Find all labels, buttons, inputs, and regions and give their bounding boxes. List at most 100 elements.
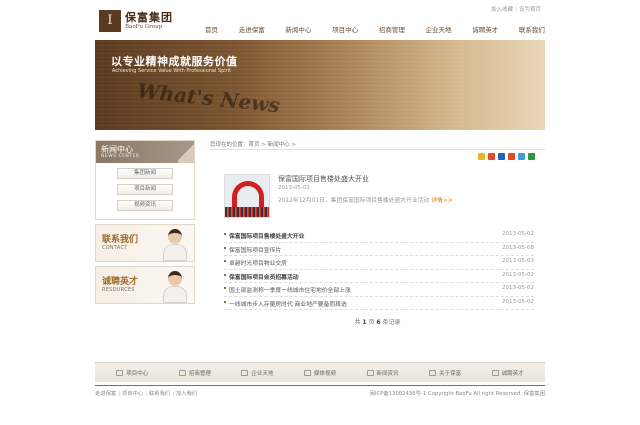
- nav-projects[interactable]: 项目中心: [332, 24, 358, 36]
- list-item-title[interactable]: 一线城市步入存量房时代 商业地产要备而择选: [229, 299, 347, 308]
- list-item[interactable]: 国土部监测称一季度一线城市住宅地价全部上涨 2013-05-02: [224, 283, 534, 297]
- share-bar: [478, 153, 535, 160]
- footer-nav-label: 关于保富: [439, 370, 462, 377]
- bullet-icon: [224, 287, 226, 289]
- pager-text-mid: 页: [366, 319, 377, 326]
- bullet-icon: [224, 300, 226, 303]
- list-item[interactable]: 保富国际项目宣传片 2013-05-08: [224, 243, 534, 256]
- contact-title: 联系我们: [102, 235, 139, 245]
- footer-nav-label: 招商管理: [188, 370, 211, 377]
- list-item[interactable]: 卓越时光项目物业交房 2013-05-03: [224, 256, 534, 270]
- summary-text: 2012年12月01日，集团保富国际项目售楼处盛大开业活动: [278, 198, 430, 204]
- corner-decoration: [178, 141, 194, 163]
- sidebar-item-project-news[interactable]: 项目新闻: [117, 184, 173, 195]
- douban-icon[interactable]: [528, 153, 535, 160]
- kaixin-icon[interactable]: [508, 153, 515, 160]
- logo-mark-icon: I: [99, 10, 121, 32]
- handshake-icon: [178, 369, 186, 376]
- bullet-icon: [224, 260, 226, 262]
- list-item[interactable]: 保富国际项目售楼处盛大开业 2013-05-02: [224, 229, 534, 243]
- logo[interactable]: I 保富集团 BaoFu Group: [99, 7, 173, 35]
- separator: |: [515, 7, 517, 13]
- sidebar-item-group-news[interactable]: 集团新闻: [117, 168, 173, 179]
- footer-link-join[interactable]: 加入我们: [176, 391, 197, 397]
- careers-card[interactable]: 诚聘英才 RESOURCES: [95, 266, 195, 304]
- news-center-panel: 新闻中心 NEWS CENTER 集团新闻 项目新闻 视频资讯: [95, 140, 195, 220]
- footer-divider: [95, 385, 545, 386]
- footer-nav-news[interactable]: 新闻资讯: [366, 369, 399, 377]
- footer-link-projects[interactable]: 项目中心: [122, 391, 143, 397]
- main-nav: 首页 走进保富 新闻中心 项目中心 招商管理 企业天地 诚聘英才 联系我们: [205, 24, 545, 36]
- sidebar-item-video-news[interactable]: 视频资讯: [117, 200, 173, 211]
- footer-nav-label: 新闻资讯: [376, 370, 399, 377]
- logo-name: 保富集团: [125, 10, 173, 24]
- footer-nav-label: 企业天地: [251, 370, 274, 377]
- featured-news-title[interactable]: 保富国际项目售楼处盛大开业: [278, 174, 369, 184]
- top-links: 加入收藏 | 设为首页: [491, 5, 541, 13]
- pagination-summary: 共 1 页 6 条记录: [210, 317, 545, 326]
- list-item-date: 2013-05-02: [502, 298, 534, 305]
- renren-icon[interactable]: [498, 153, 505, 160]
- list-item-date: 2013-05-02: [502, 271, 534, 278]
- add-favorite-link[interactable]: 加入收藏: [491, 7, 513, 13]
- pager-text-post: 条记录: [380, 319, 401, 326]
- featured-news-date: 2013-05-02: [278, 185, 310, 191]
- footer-link-about[interactable]: 走进保富: [95, 391, 116, 397]
- news-list: 保富国际项目售楼处盛大开业 2013-05-02 保富国际项目宣传片 2013-05…: [224, 229, 534, 310]
- logo-subtitle: BaoFu Group: [125, 23, 163, 30]
- set-homepage-link[interactable]: 设为首页: [519, 7, 541, 13]
- footer-nav-label: 诚聘英才: [501, 370, 524, 377]
- bullet-icon: [224, 273, 226, 276]
- nav-careers[interactable]: 诚聘英才: [472, 24, 498, 36]
- copyright: 闽ICP备13002436号-1 Copyright BaoFu All rig…: [369, 391, 545, 397]
- separator: |: [145, 391, 147, 397]
- list-item-title[interactable]: 卓越时光项目物业交房: [229, 258, 287, 267]
- newspaper-icon: [366, 369, 374, 376]
- footer-nav-corporate[interactable]: 企业天地: [241, 369, 273, 377]
- list-item-title[interactable]: 保富国际项目宣传片: [229, 245, 281, 254]
- footer-nav-projects[interactable]: 项目中心: [116, 369, 148, 377]
- person-icon: [491, 369, 499, 376]
- list-item-date: 2013-05-03: [502, 258, 534, 264]
- info-icon: [429, 369, 437, 376]
- footer-link-contact[interactable]: 联系我们: [149, 391, 170, 397]
- video-icon: [303, 369, 311, 376]
- breadcrumb: 您现在的位置：首页 > 新闻中心 >: [210, 140, 545, 150]
- nav-about[interactable]: 走进保富: [239, 24, 265, 36]
- tencent-weibo-icon[interactable]: [518, 153, 525, 160]
- list-item[interactable]: 保富国际项目会员招募活动 2013-05-02: [224, 270, 534, 283]
- contact-subtitle: CONTACT: [102, 246, 128, 251]
- footer-nav-about[interactable]: 关于保富: [429, 369, 461, 377]
- qzone-icon[interactable]: [478, 153, 485, 160]
- sina-weibo-icon[interactable]: [488, 153, 495, 160]
- bullet-icon: [224, 233, 226, 235]
- list-item[interactable]: 一线城市步入存量房时代 商业地产要备而择选 2013-05-02: [224, 297, 534, 310]
- footer-nav-careers[interactable]: 诚聘英才: [491, 369, 524, 377]
- sidebar: 新闻中心 NEWS CENTER 集团新闻 项目新闻 视频资讯 联系我们 CON…: [95, 140, 195, 304]
- read-more-link[interactable]: 详情>>: [431, 198, 452, 204]
- featured-news-image[interactable]: [224, 174, 270, 218]
- news-center-subtitle: NEWS CENTER: [101, 154, 140, 159]
- nav-corporate[interactable]: 企业天地: [426, 24, 452, 36]
- recruiter-photo: [160, 269, 190, 303]
- breadcrumb-prefix: 您现在的位置：: [210, 142, 249, 148]
- hero-banner: What's News 以专业精神成就服务价值 Achieving Servic…: [95, 40, 545, 130]
- breadcrumb-home[interactable]: 首页: [249, 142, 260, 148]
- footer-nav-label: 项目中心: [126, 370, 149, 377]
- footer-nav: 项目中心 招商管理 企业天地 媒体视频 新闻资讯 关于保富 诚聘英才: [95, 362, 545, 382]
- list-item-title[interactable]: 国土部监测称一季度一线城市住宅地价全部上涨: [229, 285, 351, 294]
- contact-us-card[interactable]: 联系我们 CONTACT: [95, 224, 195, 262]
- list-item-title[interactable]: 保富国际项目售楼处盛大开业: [229, 231, 304, 240]
- list-item-title[interactable]: 保富国际项目会员招募活动: [229, 272, 299, 281]
- featured-news: 保富国际项目售楼处盛大开业 2013-05-02 2012年12月01日，集团保…: [224, 173, 534, 221]
- nav-news[interactable]: 新闻中心: [285, 24, 311, 36]
- nav-investment[interactable]: 招商管理: [379, 24, 405, 36]
- nav-home[interactable]: 首页: [205, 24, 218, 36]
- careers-title: 诚聘英才: [102, 277, 139, 287]
- footer-nav-investment[interactable]: 招商管理: [178, 369, 211, 377]
- gear-icon: [241, 369, 249, 376]
- customer-service-photo: [160, 227, 190, 261]
- footer-nav-media[interactable]: 媒体视频: [303, 369, 336, 377]
- breadcrumb-current[interactable]: 新闻中心 >: [268, 142, 296, 148]
- nav-contact[interactable]: 联系我们: [519, 24, 545, 36]
